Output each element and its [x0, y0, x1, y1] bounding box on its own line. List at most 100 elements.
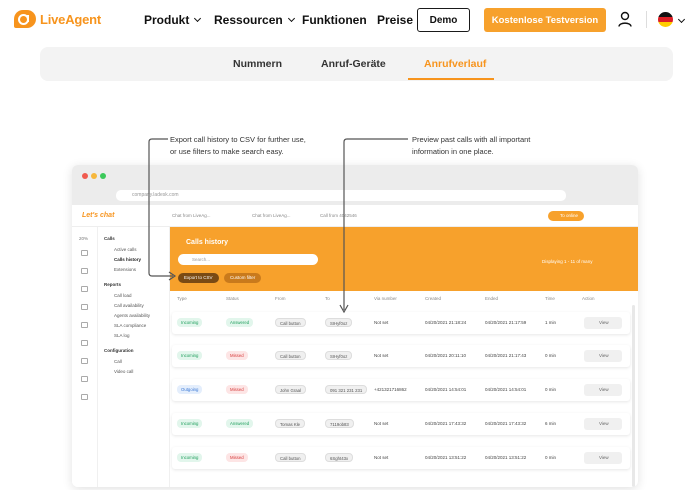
nav-preise-label: Preise: [377, 13, 414, 27]
time-cell: 0 min: [545, 455, 557, 460]
liveagent-logo[interactable]: LiveAgent: [14, 10, 101, 28]
via-number-cell: Not set: [374, 421, 389, 426]
callout-preview-line-2: information in one place.: [412, 147, 494, 156]
free-trial-button[interactable]: Kostenlose Testversion: [484, 8, 606, 32]
reports-icon[interactable]: [81, 322, 88, 328]
dashboard-icon[interactable]: [81, 250, 88, 256]
created-cell: 04/20/2021 13:51:22: [425, 455, 467, 460]
nav-produkt[interactable]: Produkt: [144, 13, 202, 27]
created-cell: 04/20/2021 21:18:24: [425, 320, 467, 325]
table-scrollbar[interactable]: [632, 305, 635, 487]
nav-preise[interactable]: Preise: [377, 13, 413, 27]
custom-filter-button[interactable]: Custom filter: [224, 273, 262, 283]
liveagent-logo-icon: [14, 10, 36, 28]
via-number-cell: Not set: [374, 353, 389, 358]
view-button[interactable]: View: [584, 452, 622, 464]
german-flag-icon[interactable]: [658, 12, 673, 27]
col-status: Status: [226, 296, 239, 301]
callout-export-line-2: or use filters to make search easy.: [170, 147, 284, 156]
col-created: Created: [425, 296, 442, 301]
view-button[interactable]: View: [584, 317, 622, 329]
sidebar-item-sla-log[interactable]: SLA log: [114, 333, 130, 338]
ended-cell: 04/20/2021 13:51:22: [485, 455, 527, 460]
tickets-icon[interactable]: [81, 268, 88, 274]
knowledge-icon[interactable]: [81, 358, 88, 364]
sidebar-item-video-call[interactable]: Video call: [114, 369, 133, 374]
tab-anruf-geraete[interactable]: Anruf-Geräte: [321, 58, 386, 70]
app-logo: Let's chat: [82, 212, 115, 219]
calls-sidebar: Calls Active calls Calls history Extensi…: [98, 227, 170, 487]
nav-funktionen-label: Funktionen: [302, 13, 367, 27]
sidebar-item-call-load[interactable]: Call load: [114, 293, 132, 298]
call-status-badge: Missed: [226, 453, 248, 462]
sidebar-item-call[interactable]: Call: [114, 359, 122, 364]
export-csv-button[interactable]: Export to CSV: [178, 273, 219, 283]
ended-cell: 04/20/2021 21:17:59: [485, 320, 527, 325]
col-type: Type: [177, 296, 187, 301]
app-topbar: Let's chat Chat from LiveAg... Chat from…: [72, 205, 638, 227]
plugins-icon[interactable]: [81, 394, 88, 400]
via-number-cell: Not set: [374, 320, 389, 325]
col-action: Action: [582, 296, 595, 301]
call-from-badge: John Graal: [275, 385, 307, 394]
sidebar-head-reports: Reports: [104, 282, 122, 287]
call-status-badge: Answered: [226, 318, 254, 327]
table-row[interactable]: Incoming Answered Tomas Kle 7119ob83 Not set…: [172, 413, 630, 435]
tab-nummern[interactable]: Nummern: [233, 58, 282, 70]
table-row[interactable]: Incoming Answered Call button SIHyf0oz Not s…: [172, 312, 630, 334]
maximize-dot-icon: [100, 173, 106, 179]
calls-history-header: Calls history Search... Export to CSV Cu…: [170, 227, 638, 291]
online-status-toggle[interactable]: To online: [548, 211, 584, 221]
app-mockup: company.ladesk.com Let's chat Chat from …: [72, 165, 638, 487]
calls-search-input[interactable]: Search...: [178, 254, 318, 265]
nav-funktionen[interactable]: Funktionen: [302, 13, 367, 27]
table-row[interactable]: Incoming Missed Call button 6Sght43x Not set…: [172, 447, 630, 469]
call-to-badge: 7119ob83: [325, 419, 354, 428]
view-button[interactable]: View: [584, 350, 622, 362]
ended-cell: 04/20/2021 21:17:43: [485, 353, 527, 358]
view-button[interactable]: View: [584, 418, 622, 430]
call-status-badge: Missed: [226, 385, 248, 394]
call-to-badge: SIHyf0oz: [325, 351, 353, 360]
time-cell: 0 min: [545, 353, 557, 358]
sidebar-head-configuration: Configuration: [104, 348, 134, 353]
url-bar[interactable]: company.ladesk.com: [116, 190, 566, 201]
sidebar-item-call-availability[interactable]: Call availability: [114, 303, 144, 308]
call-to-badge: SIHyf0oz: [325, 318, 353, 327]
time-cell: 0 min: [545, 387, 557, 392]
settings-icon[interactable]: [81, 376, 88, 382]
close-dot-icon: [82, 173, 88, 179]
col-ended: Ended: [485, 296, 499, 301]
table-row[interactable]: Incoming Missed Call button SIHyf0oz Not set…: [172, 345, 630, 367]
tab-anrufverlauf[interactable]: Anrufverlauf: [424, 58, 486, 70]
sidebar-head-calls: Calls: [104, 236, 115, 241]
call-type-badge: Outgoing: [177, 385, 203, 394]
sidebar-item-extensions[interactable]: Extensions: [114, 267, 136, 272]
nav-ressourcen[interactable]: Ressourcen: [214, 13, 295, 27]
call-type-badge: Incoming: [177, 351, 203, 360]
chat-tab-1[interactable]: Chat from LiveAg...: [172, 213, 211, 218]
chat-tab-2[interactable]: Chat from LiveAg...: [252, 213, 291, 218]
sidebar-item-active-calls[interactable]: Active calls: [114, 247, 137, 252]
time-cell: 1 min: [545, 320, 557, 325]
sidebar-item-calls-history[interactable]: Calls history: [114, 257, 141, 262]
user-icon[interactable]: [618, 11, 632, 27]
table-row[interactable]: Outgoing Missed John Graal 091 321 231 231 +…: [172, 379, 630, 401]
chats-icon[interactable]: [81, 286, 88, 292]
chevron-down-icon: [287, 14, 295, 23]
view-button[interactable]: View: [584, 384, 622, 396]
demo-button[interactable]: Demo: [417, 8, 470, 32]
col-via-number: Via number: [374, 296, 397, 301]
sidebar-item-sla-compliance[interactable]: SLA compliance: [114, 323, 146, 328]
sidebar-item-agents-availability[interactable]: Agents availability: [114, 313, 150, 318]
call-to-badge: 091 321 231 231: [325, 385, 368, 394]
chat-tab-3[interactable]: Call from 4042546: [320, 213, 357, 218]
contacts-icon[interactable]: [81, 340, 88, 346]
calls-icon[interactable]: [81, 304, 88, 310]
top-nav: LiveAgent Produkt Ressourcen Funktionen …: [0, 0, 700, 40]
via-number-cell: Not set: [374, 455, 389, 460]
callout-preview: Preview past calls with all important in…: [412, 134, 530, 158]
call-from-badge: Call button: [275, 318, 306, 327]
language-chevron-icon[interactable]: [677, 15, 686, 24]
calls-history-title: Calls history: [186, 239, 229, 246]
